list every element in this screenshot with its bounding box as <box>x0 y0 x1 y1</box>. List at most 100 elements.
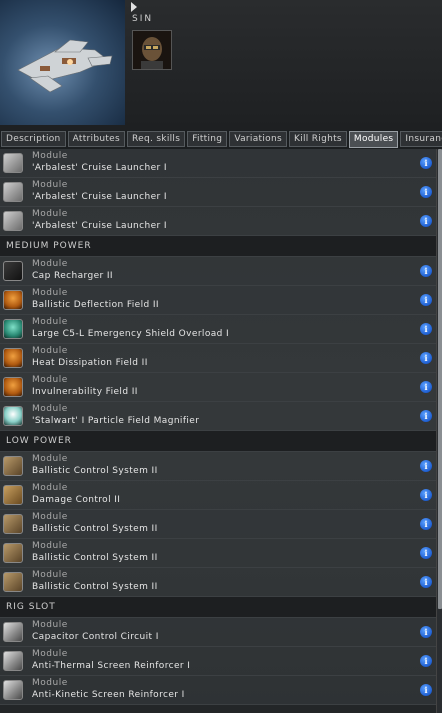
module-type-label: Module <box>32 570 68 580</box>
module-type-label: Module <box>32 317 68 327</box>
module-type-label: Module <box>32 259 68 269</box>
module-name: Anti-Kinetic Screen Reinforcer I <box>32 690 185 700</box>
tab-modules[interactable]: Modules <box>348 131 399 148</box>
shield-amplifier-icon <box>3 406 23 426</box>
module-name: Heat Dissipation Field II <box>32 358 148 368</box>
info-icon[interactable]: i <box>420 265 432 277</box>
module-name: Cap Recharger II <box>32 271 113 281</box>
shield-hardener-orange-icon <box>3 348 23 368</box>
module-row[interactable]: Module Anti-Kinetic Screen Reinforcer I i <box>0 676 436 705</box>
section-header: MEDIUM POWER <box>0 236 436 257</box>
tab-bar: Description Attributes Req. skills Fitting V… <box>0 131 442 148</box>
module-name: Large C5-L Emergency Shield Overload I <box>32 329 230 339</box>
module-name: 'Arbalest' Cruise Launcher I <box>32 221 167 231</box>
rig-icon <box>3 622 23 642</box>
module-type-label: Module <box>32 404 68 414</box>
module-name: Ballistic Control System II <box>32 524 158 534</box>
module-row[interactable]: Module Ballistic Control System II i <box>0 510 436 539</box>
info-icon[interactable]: i <box>420 684 432 696</box>
pilot-name: SIN <box>132 14 154 24</box>
ballistic-control-icon <box>3 514 23 534</box>
pilot-portrait[interactable] <box>132 30 172 70</box>
rig-icon <box>3 651 23 671</box>
section-header: LOW POWER <box>0 431 436 452</box>
module-type-label: Module <box>32 454 68 464</box>
module-name: Invulnerability Field II <box>32 387 138 397</box>
shield-hardener-orange-icon <box>3 377 23 397</box>
tab-req-skills[interactable]: Req. skills <box>127 131 186 147</box>
rig-icon <box>3 680 23 700</box>
info-icon[interactable]: i <box>420 157 432 169</box>
info-icon[interactable]: i <box>420 576 432 588</box>
module-type-label: Module <box>32 512 68 522</box>
module-row[interactable]: Module Ballistic Deflection Field II i <box>0 286 436 315</box>
info-icon[interactable]: i <box>420 410 432 422</box>
module-type-label: Module <box>32 375 68 385</box>
tab-attributes[interactable]: Attributes <box>67 131 125 147</box>
info-icon[interactable]: i <box>420 186 432 198</box>
module-name: Capacitor Control Circuit I <box>32 632 159 642</box>
module-row[interactable]: Module Ballistic Control System II i <box>0 539 436 568</box>
module-row[interactable]: Module Ballistic Control System II i <box>0 568 436 597</box>
module-name: Ballistic Control System II <box>32 582 158 592</box>
module-type-label: Module <box>32 288 68 298</box>
modules-list: Module 'Arbalest' Cruise Launcher Ii Modul… <box>0 149 436 713</box>
tab-description[interactable]: Description <box>1 131 66 147</box>
ballistic-control-icon <box>3 572 23 592</box>
info-icon[interactable]: i <box>420 655 432 667</box>
info-icon[interactable]: i <box>420 294 432 306</box>
launcher-icon <box>3 153 23 173</box>
module-row[interactable]: Module Invulnerability Field II i <box>0 373 436 402</box>
module-row[interactable]: Module Anti-Thermal Screen Reinforcer I i <box>0 647 436 676</box>
module-row[interactable]: Module Heat Dissipation Field II i <box>0 344 436 373</box>
module-row[interactable]: Module Cap Recharger II i <box>0 257 436 286</box>
tab-variations[interactable]: Variations <box>229 131 287 147</box>
module-name: Damage Control II <box>32 495 121 505</box>
scrollbar-thumb[interactable] <box>438 149 442 609</box>
launcher-icon <box>3 182 23 202</box>
info-icon[interactable]: i <box>420 352 432 364</box>
info-icon[interactable]: i <box>420 460 432 472</box>
module-type-label: Module <box>32 649 68 659</box>
section-header: RIG SLOT <box>0 597 436 618</box>
info-icon[interactable]: i <box>420 323 432 335</box>
info-icon[interactable]: i <box>420 381 432 393</box>
module-row[interactable]: Module 'Arbalest' Cruise Launcher I i <box>0 149 436 178</box>
module-row[interactable]: Module Large C5-L Emergency Shield Overlo… <box>0 315 436 344</box>
scrollbar[interactable] <box>436 149 442 713</box>
module-name: 'Arbalest' Cruise Launcher I <box>32 163 167 173</box>
module-row[interactable]: Module Damage Control II i <box>0 481 436 510</box>
tab-fitting[interactable]: Fitting <box>187 131 228 147</box>
module-type-label: Module <box>32 678 68 688</box>
module-type-label: Module <box>32 541 68 551</box>
module-row[interactable]: Module 'Arbalest' Cruise Launcher I i <box>0 207 436 236</box>
module-name: Ballistic Deflection Field II <box>32 300 159 310</box>
module-row[interactable]: Module Capacitor Control Circuit I i <box>0 618 436 647</box>
cap-recharger-icon <box>3 261 23 281</box>
info-icon[interactable]: i <box>420 215 432 227</box>
module-name: Anti-Thermal Screen Reinforcer I <box>32 661 191 671</box>
module-type-label: Module <box>32 620 68 630</box>
module-name: Ballistic Control System II <box>32 466 158 476</box>
info-icon[interactable]: i <box>420 626 432 638</box>
damage-control-icon <box>3 485 23 505</box>
info-icon[interactable]: i <box>420 489 432 501</box>
module-name: 'Stalwart' I Particle Field Magnifier <box>32 416 200 426</box>
info-icon[interactable]: i <box>420 518 432 530</box>
shield-hardener-orange-icon <box>3 290 23 310</box>
module-name: 'Arbalest' Cruise Launcher I <box>32 192 167 202</box>
ship-image <box>0 0 125 125</box>
tab-insurance[interactable]: Insurance <box>400 131 442 147</box>
expand-arrow-icon[interactable] <box>131 2 137 12</box>
info-icon[interactable]: i <box>420 547 432 559</box>
module-row[interactable]: Module 'Arbalest' Cruise Launcher I i <box>0 178 436 207</box>
shield-booster-teal-icon <box>3 319 23 339</box>
tab-kill-rights[interactable]: Kill Rights <box>288 131 347 147</box>
module-type-label: Module <box>32 180 68 190</box>
module-type-label: Module <box>32 483 68 493</box>
module-row[interactable]: Module Ballistic Control System II i <box>0 452 436 481</box>
ballistic-control-icon <box>3 456 23 476</box>
item-header: SIN <box>0 0 442 130</box>
module-type-label: Module <box>32 346 68 356</box>
module-row[interactable]: Module 'Stalwart' I Particle Field Magnif… <box>0 402 436 431</box>
